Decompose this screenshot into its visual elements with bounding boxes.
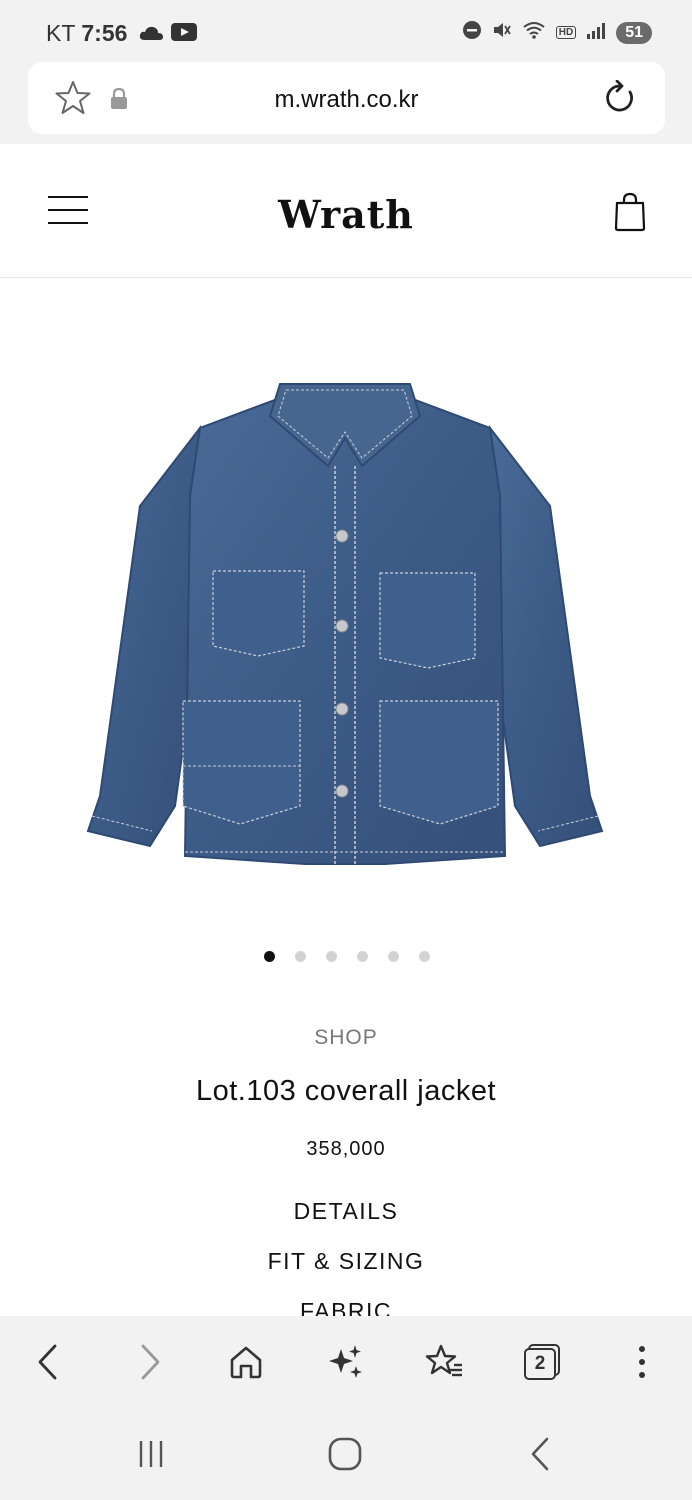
url-text[interactable]: m.wrath.co.kr: [28, 86, 665, 114]
product-image[interactable]: [80, 376, 610, 876]
details-link[interactable]: DETAILS: [0, 1198, 692, 1225]
battery-indicator: 51: [616, 21, 652, 44]
status-left: KT 7:56: [46, 20, 198, 47]
carousel-dot[interactable]: [419, 951, 430, 962]
product-category[interactable]: SHOP: [0, 1026, 692, 1050]
back-icon[interactable]: [28, 1342, 68, 1382]
carrier-label: KT: [46, 20, 76, 46]
system-back-icon[interactable]: [520, 1436, 560, 1472]
recent-apps-icon[interactable]: [131, 1436, 171, 1472]
carousel-dot[interactable]: [357, 951, 368, 962]
forward-icon[interactable]: [130, 1342, 170, 1382]
clock: 7:56: [81, 20, 128, 46]
product-title: Lot.103 coverall jacket: [195, 1075, 497, 1107]
ai-sparkle-icon[interactable]: [326, 1342, 366, 1382]
shopping-bag-icon[interactable]: [614, 192, 646, 237]
fabric-link[interactable]: FABRIC: [0, 1298, 692, 1316]
site-header: Wrath: [0, 144, 692, 278]
carousel-dot[interactable]: [295, 951, 306, 962]
carousel-dot[interactable]: [264, 951, 275, 962]
site-logo[interactable]: Wrath: [0, 192, 692, 237]
home-button-icon[interactable]: [325, 1436, 365, 1472]
product-page: SHOP Lot.103 coverall jacket 358,000 DET…: [0, 278, 692, 1316]
tabs-icon[interactable]: 2: [522, 1342, 562, 1382]
fit-sizing-link[interactable]: FIT & SIZING: [0, 1248, 692, 1275]
image-carousel-dots[interactable]: [0, 951, 692, 962]
carousel-dot[interactable]: [326, 951, 337, 962]
do-not-disturb-icon: [462, 20, 482, 45]
product-price: 358,000: [306, 1138, 386, 1160]
home-icon[interactable]: [226, 1342, 266, 1382]
status-bar: KT 7:56 HD 51: [0, 0, 692, 62]
youtube-icon: [171, 20, 198, 47]
system-nav-bar: [0, 1408, 692, 1500]
mute-icon: [492, 20, 512, 45]
tab-count: 2: [524, 1348, 556, 1380]
bookmarks-icon[interactable]: [424, 1342, 464, 1382]
address-bar[interactable]: m.wrath.co.kr: [28, 62, 665, 134]
more-options-icon[interactable]: [622, 1342, 662, 1382]
reload-icon[interactable]: [603, 79, 637, 121]
browser-toolbar: 2: [0, 1316, 692, 1408]
cloud-icon: [139, 20, 165, 47]
wifi-icon: [522, 20, 546, 45]
status-right: HD 51: [462, 20, 652, 45]
hd-voice-badge: HD: [555, 26, 577, 39]
carousel-dot[interactable]: [388, 951, 399, 962]
signal-icon: [586, 21, 606, 44]
